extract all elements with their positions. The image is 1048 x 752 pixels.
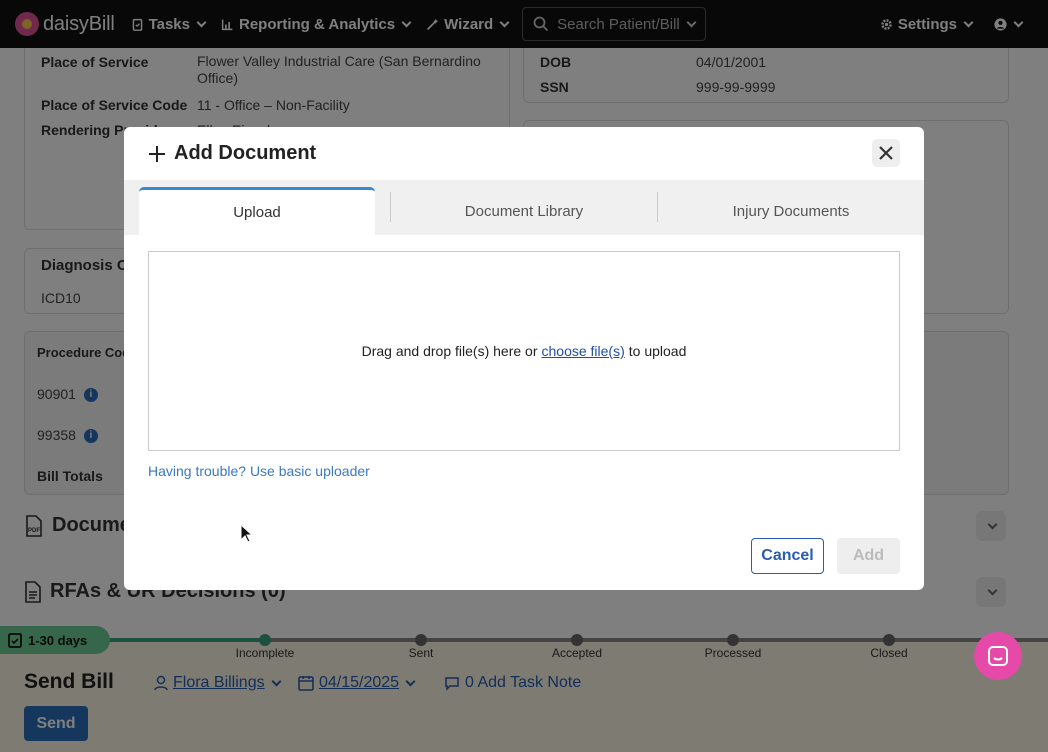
drop-suffix: to upload <box>628 343 687 359</box>
close-icon <box>879 146 893 160</box>
mouse-cursor-icon <box>240 524 254 543</box>
document-tabs: Upload Document Library Injury Documents <box>124 180 924 235</box>
choose-files-link[interactable]: choose file(s) <box>542 343 625 359</box>
file-dropzone[interactable]: Drag and drop file(s) here or choose fil… <box>148 251 900 451</box>
drop-prefix: Drag and drop file(s) here or <box>361 343 538 359</box>
plus-icon <box>149 145 165 162</box>
add-document-modal: Add Document Upload Document Library Inj… <box>124 127 924 590</box>
close-button[interactable] <box>872 139 900 167</box>
tab-injury-documents[interactable]: Injury Documents <box>658 187 924 235</box>
basic-uploader-link[interactable]: Having trouble? Use basic uploader <box>148 463 370 479</box>
modal-title-text: Add Document <box>174 142 317 164</box>
chat-icon <box>988 646 1008 666</box>
tab-upload[interactable]: Upload <box>139 187 375 235</box>
modal-title: Add Document <box>148 142 316 165</box>
chat-launcher-button[interactable] <box>974 632 1022 680</box>
add-button[interactable]: Add <box>837 538 900 574</box>
cancel-button[interactable]: Cancel <box>751 538 824 574</box>
tab-document-library[interactable]: Document Library <box>391 187 657 235</box>
